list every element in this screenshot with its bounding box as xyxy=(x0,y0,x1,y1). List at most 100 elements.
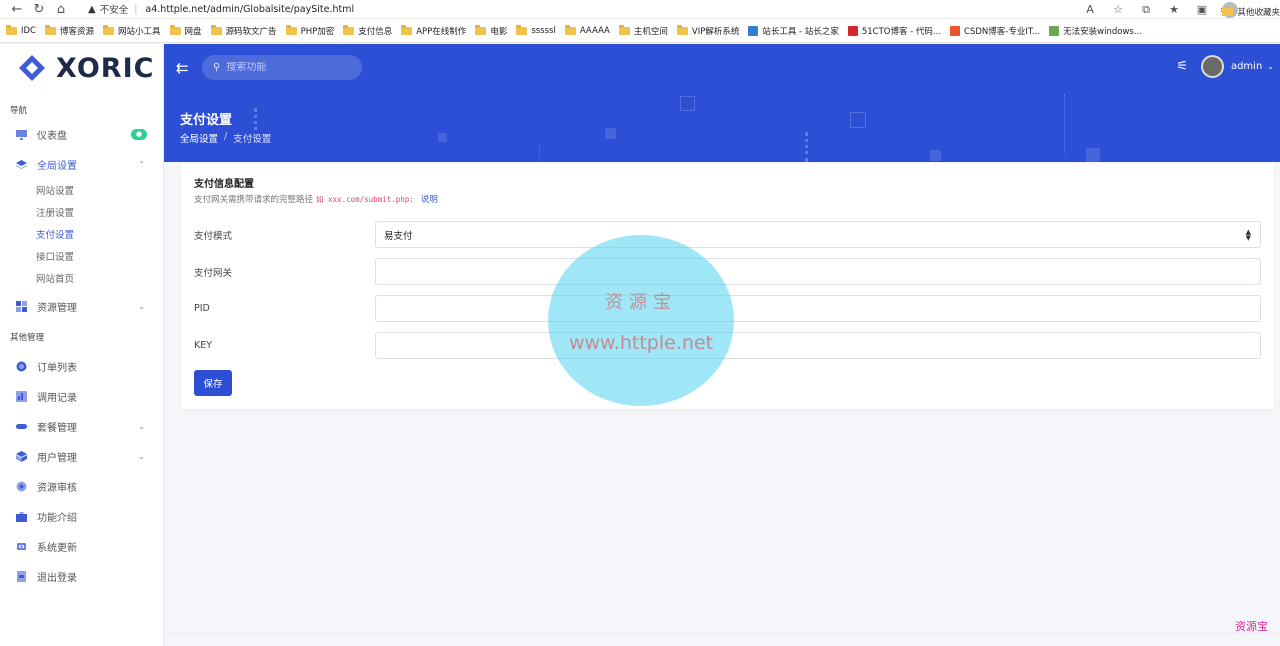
insecure-label: 不安全 xyxy=(99,5,129,16)
decor-square xyxy=(680,96,695,111)
username: admin xyxy=(1230,61,1263,72)
sidebar-item-packages[interactable]: 套餐管理 ⌄ xyxy=(0,411,163,441)
bookmark[interactable]: 支付信息 xyxy=(343,24,392,37)
pill-icon xyxy=(16,421,27,432)
bookmark[interactable]: 51CTO博客 - 代码... xyxy=(847,25,941,37)
folder-icon xyxy=(676,24,688,35)
url-separator: | xyxy=(134,3,138,15)
sidebar-item-features[interactable]: 功能介绍 xyxy=(0,501,163,531)
sidebar-sub-site-home[interactable]: 网站首页 xyxy=(0,267,163,289)
folder-icon xyxy=(103,24,115,35)
logo-diamond-icon xyxy=(18,54,46,82)
sidebar-item-logout[interactable]: 退出登录 xyxy=(0,561,163,591)
circle-icon xyxy=(16,361,27,372)
top-header: ⇇ ⚲ ⚟ admin ⌄ 支付设置 全局设置 / 支付设置 xyxy=(164,44,1280,162)
bookmark[interactable]: 网盘 xyxy=(169,24,202,37)
pay-mode-value: 易支付 xyxy=(384,230,413,242)
bookmark[interactable]: IDC xyxy=(6,24,36,36)
sidebar-item-system-update[interactable]: 系统更新 xyxy=(0,531,163,561)
search-input[interactable] xyxy=(226,62,347,73)
sidebar-item-call-logs[interactable]: 调用记录 xyxy=(0,381,163,411)
help-link[interactable]: 说明 xyxy=(421,193,438,205)
settings-sliders-icon[interactable]: ⚟ xyxy=(1176,59,1188,74)
user-menu[interactable]: admin ⌄ xyxy=(1200,55,1274,78)
bookmark[interactable]: 网站小工具 xyxy=(103,24,161,37)
pay-mode-select[interactable]: 易支付 ▲ ▼ xyxy=(375,221,1261,248)
logo-text: XORIC xyxy=(56,52,155,84)
home-icon[interactable]: ⌂ xyxy=(50,0,72,18)
decor-square xyxy=(438,133,447,142)
gateway-input[interactable] xyxy=(376,259,1260,284)
save-button[interactable]: 保存 xyxy=(194,370,232,396)
search-box[interactable]: ⚲ xyxy=(202,55,362,80)
logo[interactable]: XORIC xyxy=(0,44,163,92)
folder-icon xyxy=(618,24,630,35)
sidebar-item-resource-mgmt[interactable]: 资源管理 ⌄ xyxy=(0,291,163,321)
bookmark[interactable]: VIP解析系统 xyxy=(676,24,739,37)
folder-icon xyxy=(6,24,17,35)
decor-dots xyxy=(539,144,542,162)
sidebar-item-resource-review[interactable]: 资源审核 xyxy=(0,471,163,501)
bookmark[interactable]: 电影 xyxy=(475,24,507,37)
folder-icon xyxy=(169,24,181,35)
avatar xyxy=(1200,55,1224,78)
extensions-icon[interactable]: ⧉ xyxy=(1132,3,1160,17)
bookmark[interactable]: 主机空间 xyxy=(618,24,668,37)
pid-input[interactable] xyxy=(376,296,1260,321)
breadcrumb-parent[interactable]: 全局设置 xyxy=(180,131,218,145)
bookmark[interactable]: CSDN博客-专业IT... xyxy=(950,25,1040,37)
chart-icon xyxy=(16,390,27,402)
logout-icon xyxy=(16,570,27,582)
box-icon xyxy=(16,450,27,462)
folder-icon xyxy=(1222,8,1234,16)
url-field[interactable]: ▲ 不安全 | a4.httple.net/admin/Globalsite/p… xyxy=(88,1,354,18)
key-input[interactable] xyxy=(376,333,1260,358)
bookmark[interactable]: AAAAA xyxy=(564,24,610,36)
sidebar-sub-site-settings[interactable]: 网站设置 xyxy=(0,179,163,201)
menu-collapse-icon[interactable]: ⇇ xyxy=(176,59,189,77)
page-title: 支付设置 xyxy=(180,113,233,128)
favorite-star-icon[interactable]: ☆ xyxy=(1104,3,1132,16)
bookmark[interactable]: PHP加密 xyxy=(285,24,334,37)
chevron-down-icon: ⌄ xyxy=(138,451,145,461)
favorites-icon[interactable]: ★ xyxy=(1160,3,1188,16)
sidebar-sub-pay-settings[interactable]: 支付设置 xyxy=(0,223,163,245)
bookmark[interactable]: 站长工具 - 站长之家 xyxy=(748,25,839,37)
sidebar-item-orders[interactable]: 订单列表 xyxy=(0,351,163,381)
bookmark[interactable]: 博客资源 xyxy=(45,24,94,37)
site-favicon-icon xyxy=(950,25,961,36)
site-favicon-icon xyxy=(748,25,759,36)
warning-icon: ▲ xyxy=(88,3,96,15)
breadcrumb-separator: / xyxy=(224,131,228,142)
sidebar-item-users[interactable]: 用户管理 ⌄ xyxy=(0,441,163,471)
key-field-wrap xyxy=(375,332,1261,359)
sidebar-item-dashboard[interactable]: 仪表盘 ● xyxy=(0,119,163,149)
watermark-line2: www.httple.net xyxy=(568,331,714,354)
collections-icon[interactable]: ▣ xyxy=(1188,3,1216,16)
sidebar-item-global-settings[interactable]: 全局设置 ⌃ xyxy=(0,149,163,179)
other-bookmarks[interactable]: 其他收藏夹 xyxy=(1222,6,1280,18)
pay-mode-row: 支付模式 易支付 ▲ ▼ xyxy=(194,221,1261,248)
pay-config-card: 支付信息配置 支付网关需携带请求的完整路径 如 xxx.com/submit.p… xyxy=(181,163,1274,409)
bookmark[interactable]: APP在线制作 xyxy=(401,24,466,37)
bookmark[interactable]: sssssl xyxy=(516,24,556,36)
other-section-title: 其他管理 xyxy=(10,333,45,343)
back-icon[interactable]: ← xyxy=(6,0,28,18)
bookmark[interactable]: 源码软文广告 xyxy=(210,24,277,37)
pid-field-wrap xyxy=(375,295,1261,322)
refresh-icon xyxy=(16,541,27,552)
reload-icon[interactable]: ↻ xyxy=(28,0,50,18)
sidebar-sub-register-settings[interactable]: 注册设置 xyxy=(0,201,163,223)
bookmark[interactable]: 无法安装windows... xyxy=(1049,25,1142,37)
read-aloud-icon[interactable]: A xyxy=(1076,3,1104,16)
sidebar-sub-api-settings[interactable]: 接口设置 xyxy=(0,245,163,267)
pay-mode-label: 支付模式 xyxy=(194,230,233,242)
layers-icon xyxy=(16,159,27,170)
folder-icon xyxy=(285,24,297,35)
chevron-up-icon: ⌃ xyxy=(138,159,145,169)
decor-square xyxy=(930,150,941,161)
decor-square xyxy=(605,128,616,139)
nav-section-title: 导航 xyxy=(10,106,28,116)
watermark-line1: 资源宝 xyxy=(605,291,677,313)
monitor-icon xyxy=(16,129,27,140)
